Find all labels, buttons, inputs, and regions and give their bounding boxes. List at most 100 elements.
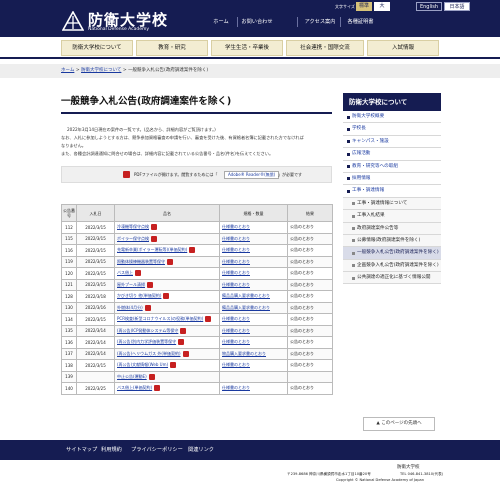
spec-link[interactable]: 物品購入要求書のとおり (222, 351, 266, 356)
language-japanese-button[interactable]: 日本語 (444, 2, 470, 11)
cell-result: 公告のとおり (287, 359, 333, 372)
cell-date (76, 370, 115, 383)
cell-number: 112 (61, 221, 77, 234)
item-link[interactable]: 冷凍機等保守点検 (117, 224, 149, 229)
cell-result: 公告のとおり (287, 278, 333, 291)
cell-date: 2022/3/15 (76, 232, 115, 245)
item-link[interactable]: 外燃体(4月分) (117, 305, 143, 310)
footer-tel: TEL 046-841-3810(代表) (400, 472, 444, 476)
bid-table-body: 112 2022/3/15 冷凍機等保守点検 仕様書のとおり 公告のとおり 115 2022… (61, 221, 333, 395)
cell-item: PCR検査(新型コロナウイルス)の役務(単価契約) (114, 313, 220, 326)
sidebar-item[interactable]: 工事・調達情報について (343, 197, 441, 211)
util-separator (340, 17, 341, 27)
sidebar-item[interactable]: 広報活動 (343, 148, 441, 161)
item-link[interactable]: (再公告)文献情報(Web Um) (117, 362, 168, 367)
gnav-about[interactable]: 防衛大学校について (61, 40, 133, 56)
footer-link-terms[interactable]: 利用規約 (101, 444, 122, 456)
spec-link[interactable]: 仕様書のとおり (222, 247, 250, 252)
spec-link[interactable]: 備品品購入要求書のとおり (222, 305, 270, 310)
sidebar-item[interactable]: 採用情報 (343, 172, 441, 186)
cell-spec: 仕様書のとおり (219, 232, 288, 245)
sidebar-item[interactable]: 学校長 (343, 123, 441, 136)
gnav-education[interactable]: 教育・研究 (136, 40, 208, 56)
sidebar-item[interactable]: 企画競争入札公告(政府調達案件を除く) (343, 259, 441, 273)
item-link[interactable]: バス借上 (117, 270, 133, 275)
sidebar-item[interactable]: キャンパス・施設 (343, 135, 441, 149)
pagetop-button[interactable]: ▲ このページの先頭へ (363, 417, 435, 431)
item-link[interactable]: (再公告)ヘリウムガス 外(単価契約) (117, 351, 181, 356)
table-row: 130 2022/3/16 外燃体(4月分) 備品品購入要求書のとおり 公告のとおり (61, 301, 333, 314)
footer-link-related[interactable]: 関連リンク (188, 444, 214, 456)
font-size-large-button[interactable]: 大 (374, 2, 390, 11)
table-row: 139 中止公告(運動E) (61, 370, 333, 383)
item-link[interactable]: 照動体操練機器装置等保守 (117, 259, 165, 264)
cell-item: 屋外プール清掃 (114, 278, 220, 291)
cell-result: 公告のとおり (287, 324, 333, 337)
sidebar-item[interactable]: 政府調達案件公告等 (343, 222, 441, 235)
col-header-result: 結果 (287, 204, 333, 222)
item-link[interactable]: 充電新卒業(ボイラー運転等)(単価契約) (117, 247, 187, 252)
spec-link[interactable]: 仕様書のとおり (222, 339, 250, 344)
item-link[interactable]: 中止公告(運動E) (117, 374, 147, 379)
cell-item: (再公告)ヘリウムガス 外(単価契約) (114, 347, 220, 360)
sidebar-item[interactable]: 公募情報(政府調達案件を除く) (343, 234, 441, 248)
cell-result: 公告のとおり (287, 267, 333, 280)
item-link[interactable]: バス借上(単価契約) (117, 385, 152, 390)
item-link[interactable]: ボイラー保守点検 (117, 236, 149, 241)
util-link-access[interactable]: アクセス案内 (300, 17, 340, 27)
item-link[interactable]: (再公告)ICP発動体システム等保守 (117, 328, 178, 333)
adobe-reader-link[interactable]: Adobe® Reader®(無償) (224, 171, 280, 179)
footer-link-privacy[interactable]: プライバシーポリシー (131, 444, 183, 456)
breadcrumb-home[interactable]: ホーム (61, 68, 74, 73)
gnav-admissions[interactable]: 入試情報 (367, 40, 439, 56)
table-row: 136 2022/3/14 (再公告)別内力学評価装置等保守 仕様書のとおり 公告のとお… (61, 336, 333, 349)
cell-number: 119 (61, 255, 77, 268)
gnav-student-life[interactable]: 学生生活・卒業後 (211, 40, 283, 56)
cell-date: 2022/3/25 (76, 382, 115, 395)
global-navigation: 防衛大学校について 教育・研究 学生生活・卒業後 社会連携・国際交流 入試情報 (0, 37, 500, 59)
cell-number: 136 (61, 336, 77, 349)
cell-spec: 仕様書のとおり (219, 221, 288, 234)
academy-emblem-icon[interactable] (62, 11, 84, 31)
sidebar-item[interactable]: 防衛大学校概要 (343, 111, 441, 124)
util-link-home[interactable]: ホーム (207, 17, 235, 27)
spec-link[interactable]: 仕様書のとおり (222, 316, 250, 321)
pdf-icon (180, 327, 187, 334)
pdf-notice: PDFファイルが開けます。閲覧するためには「 Adobe® Reader®(無償… (61, 166, 332, 183)
spec-link[interactable]: 仕様書のとおり (222, 328, 250, 333)
breadcrumb-about[interactable]: 防衛大学校について (81, 68, 121, 73)
pdf-icon (151, 224, 157, 231)
sidebar-item[interactable]: 工事入札結果 (343, 210, 441, 223)
cell-spec: 仕様書のとおり (219, 359, 288, 372)
item-link[interactable]: かびき切り 他(単価契約) (117, 293, 161, 298)
sidebar-item-current[interactable]: 一般競争入札公告(政府調達案件を除く) (343, 247, 441, 260)
sidebar-item[interactable]: 公共調達の適正化に基づく情報公開 (343, 272, 441, 285)
font-size-standard-button[interactable]: 標準 (356, 2, 372, 11)
util-link-certificates[interactable]: 各種証明書 (342, 17, 379, 27)
spec-link[interactable]: 仕様書のとおり (222, 385, 250, 390)
spec-link[interactable]: 備品品購入要求書のとおり (222, 293, 270, 298)
spec-link[interactable]: 仕様書のとおり (222, 282, 250, 287)
sidebar-item[interactable]: 教育・研究等への取組 (343, 160, 441, 173)
intro-line: なお、入札に参加しようとする方は、競争参加資格審査の申請を行い、審査を受けた後、… (61, 135, 304, 140)
cell-result: 公告のとおり (287, 244, 333, 257)
spec-link[interactable]: 仕様書のとおり (222, 236, 250, 241)
site-header: 防衛大学校 National Defense Academy 文字サイズ 標準 … (0, 0, 500, 37)
footer-link-sitemap[interactable]: サイトマップ (66, 444, 97, 456)
item-link[interactable]: 屋外プール清掃 (117, 282, 145, 287)
spec-link[interactable]: 仕様書のとおり (222, 224, 250, 229)
sidebar-item[interactable]: 工事・調達情報 (343, 185, 441, 198)
spec-link[interactable]: 仕様書のとおり (222, 362, 250, 367)
pdf-icon (135, 270, 141, 277)
footer-copyright: Copyright © National Defense Academy of … (336, 478, 424, 482)
util-link-contact[interactable]: お問い合わせ (239, 17, 275, 27)
site-logo-english: National Defense Academy (88, 27, 150, 32)
item-link[interactable]: (再公告)別内力学評価装置等保守 (117, 339, 176, 344)
item-link[interactable]: PCR検査(新型コロナウイルス)の役務(単価契約) (117, 316, 203, 321)
spec-link[interactable]: 仕様書のとおり (222, 259, 250, 264)
pdf-icon (163, 293, 170, 300)
spec-link[interactable]: 仕様書のとおり (222, 270, 250, 275)
gnav-partnership[interactable]: 社会連携・国際交流 (286, 40, 364, 56)
col-header-number: 公告番号 (61, 204, 77, 222)
language-english-button[interactable]: English (416, 2, 442, 11)
